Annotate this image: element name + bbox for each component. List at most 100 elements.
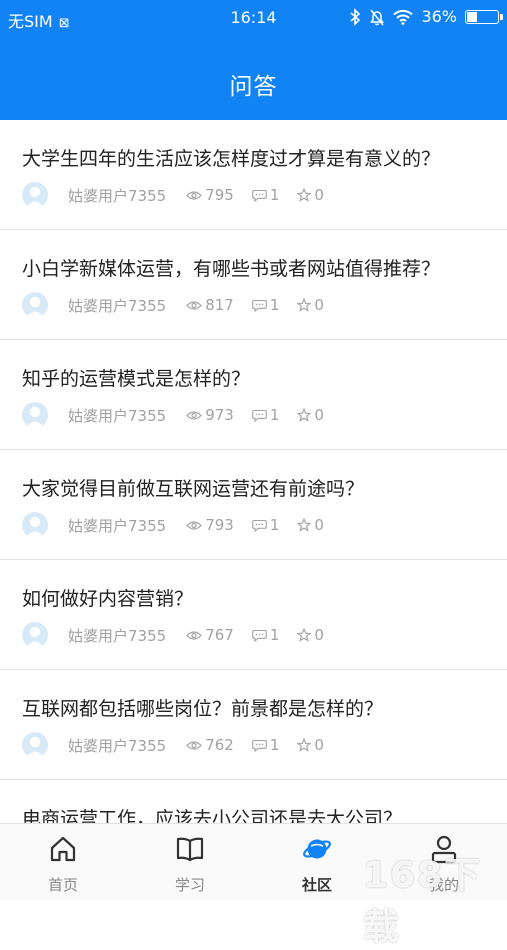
comment-icon [251, 739, 267, 752]
views-stat: 767 [186, 626, 234, 644]
question-title[interactable]: 电商运营工作，应该去小公司还是去大公司？ [22, 804, 402, 823]
likes-stat[interactable]: 0 [297, 296, 324, 314]
views-stat: 973 [186, 406, 234, 424]
comments-stat: 1 [251, 516, 280, 534]
status-right: 36% [349, 7, 503, 26]
likes-stat[interactable]: 0 [297, 516, 324, 534]
question-item[interactable]: 如何做好内容营销？ 姑婆用户7355 767 1 0 [0, 560, 507, 670]
likes-count: 0 [314, 186, 324, 204]
nav-bar: 问答 [0, 36, 507, 120]
views-stat: 817 [186, 296, 234, 314]
views-count: 795 [205, 186, 234, 204]
author-name[interactable]: 姑婆用户7355 [68, 625, 166, 646]
star-icon [297, 738, 312, 752]
tab-mine[interactable]: 我的 [381, 824, 507, 901]
likes-stat[interactable]: 0 [297, 186, 324, 204]
comments-count: 1 [269, 186, 280, 204]
question-title[interactable]: 大学生四年的生活应该怎样度过才算是有意义的？ [22, 144, 440, 171]
comments-count: 1 [269, 516, 280, 534]
comments-stat: 1 [251, 406, 280, 424]
star-icon [297, 518, 312, 532]
comments-count: 1 [269, 296, 280, 314]
question-meta: 姑婆用户7355 762 1 0 [22, 732, 342, 758]
likes-count: 0 [314, 296, 324, 314]
question-title[interactable]: 互联网都包括哪些岗位？前景都是怎样的？ [22, 694, 383, 721]
user-icon [25, 626, 45, 648]
likes-count: 0 [314, 406, 324, 424]
comment-icon [251, 299, 267, 312]
author-name[interactable]: 姑婆用户7355 [68, 515, 166, 536]
wifi-icon [393, 9, 414, 25]
question-meta: 姑婆用户7355 767 1 0 [22, 622, 342, 648]
views-count: 762 [205, 736, 234, 754]
question-item[interactable]: 大家觉得目前做互联网运营还有前途吗？ 姑婆用户7355 793 1 0 [0, 450, 507, 560]
views-count: 767 [205, 626, 234, 644]
book-icon [176, 837, 204, 862]
eye-icon [186, 520, 203, 530]
comments-stat: 1 [251, 736, 280, 754]
question-item[interactable]: 小白学新媒体运营，有哪些书或者网站值得推荐？ 姑婆用户7355 817 1 0 [0, 230, 507, 340]
likes-stat[interactable]: 0 [297, 736, 324, 754]
question-title[interactable]: 大家觉得目前做互联网运营还有前途吗？ [22, 474, 364, 501]
views-stat: 793 [186, 516, 234, 534]
comments-stat: 1 [251, 296, 280, 314]
author-name[interactable]: 姑婆用户7355 [68, 405, 166, 426]
likes-stat[interactable]: 0 [297, 626, 324, 644]
comment-icon [251, 189, 267, 202]
author-name[interactable]: 姑婆用户7355 [68, 735, 166, 756]
bluetooth-icon [350, 7, 361, 26]
views-count: 973 [205, 406, 234, 424]
profile-icon [431, 835, 457, 864]
star-icon [297, 188, 312, 202]
tab-home[interactable]: 首页 [0, 824, 126, 901]
user-icon [25, 186, 45, 208]
comments-stat: 1 [251, 186, 280, 204]
likes-count: 0 [314, 626, 324, 644]
question-title[interactable]: 知乎的运营模式是怎样的？ [22, 364, 250, 391]
star-icon [297, 628, 312, 642]
question-item[interactable]: 知乎的运营模式是怎样的？ 姑婆用户7355 973 1 0 [0, 340, 507, 450]
views-count: 793 [205, 516, 234, 534]
tab-label: 社区 [301, 876, 332, 894]
author-name[interactable]: 姑婆用户7355 [68, 295, 166, 316]
comments-stat: 1 [251, 626, 279, 644]
tab-label: 我的 [428, 876, 459, 894]
avatar[interactable] [22, 512, 48, 538]
avatar[interactable] [22, 732, 48, 758]
avatar[interactable] [22, 622, 48, 648]
question-meta: 姑婆用户7355 795 1 0 [22, 182, 342, 208]
likes-stat[interactable]: 0 [297, 406, 324, 424]
tab-bar: 首页 学习 社区 我的 [0, 823, 507, 900]
user-icon [25, 736, 45, 758]
status-bar: 无SIM ⊠ 16:14 36% [0, 0, 507, 36]
eye-icon [186, 190, 203, 200]
comments-count: 1 [269, 406, 280, 424]
avatar[interactable] [22, 402, 48, 428]
question-title[interactable]: 小白学新媒体运营，有哪些书或者网站值得推荐？ [22, 254, 440, 281]
question-item[interactable]: 电商运营工作，应该去小公司还是去大公司？ [0, 780, 507, 823]
battery-percent: 36% [421, 7, 457, 26]
eye-icon [186, 410, 203, 420]
comment-icon [251, 519, 267, 532]
question-list[interactable]: 大学生四年的生活应该怎样度过才算是有意义的？ 姑婆用户7355 795 1 0 … [0, 120, 507, 823]
question-meta: 姑婆用户7355 973 1 0 [22, 402, 342, 428]
views-stat: 795 [186, 186, 234, 204]
user-icon [25, 296, 45, 318]
question-meta: 姑婆用户7355 793 1 0 [22, 512, 342, 538]
question-item[interactable]: 互联网都包括哪些岗位？前景都是怎样的？ 姑婆用户7355 762 1 0 [0, 670, 507, 780]
battery-fill [467, 11, 477, 22]
page-title: 问答 [229, 74, 278, 100]
question-title[interactable]: 如何做好内容营销？ [22, 584, 193, 611]
question-item[interactable]: 大学生四年的生活应该怎样度过才算是有意义的？ 姑婆用户7355 795 1 0 [0, 120, 507, 230]
star-icon [297, 298, 312, 312]
tab-study[interactable]: 学习 [127, 824, 253, 901]
eye-icon [186, 630, 203, 640]
author-name[interactable]: 姑婆用户7355 [68, 185, 166, 206]
likes-count: 0 [314, 516, 324, 534]
tab-community[interactable]: 社区 [254, 824, 380, 901]
views-count: 817 [205, 296, 234, 314]
comments-count: 1 [269, 736, 280, 754]
avatar[interactable] [22, 292, 48, 318]
avatar[interactable] [22, 182, 48, 208]
planet-icon [303, 839, 331, 859]
